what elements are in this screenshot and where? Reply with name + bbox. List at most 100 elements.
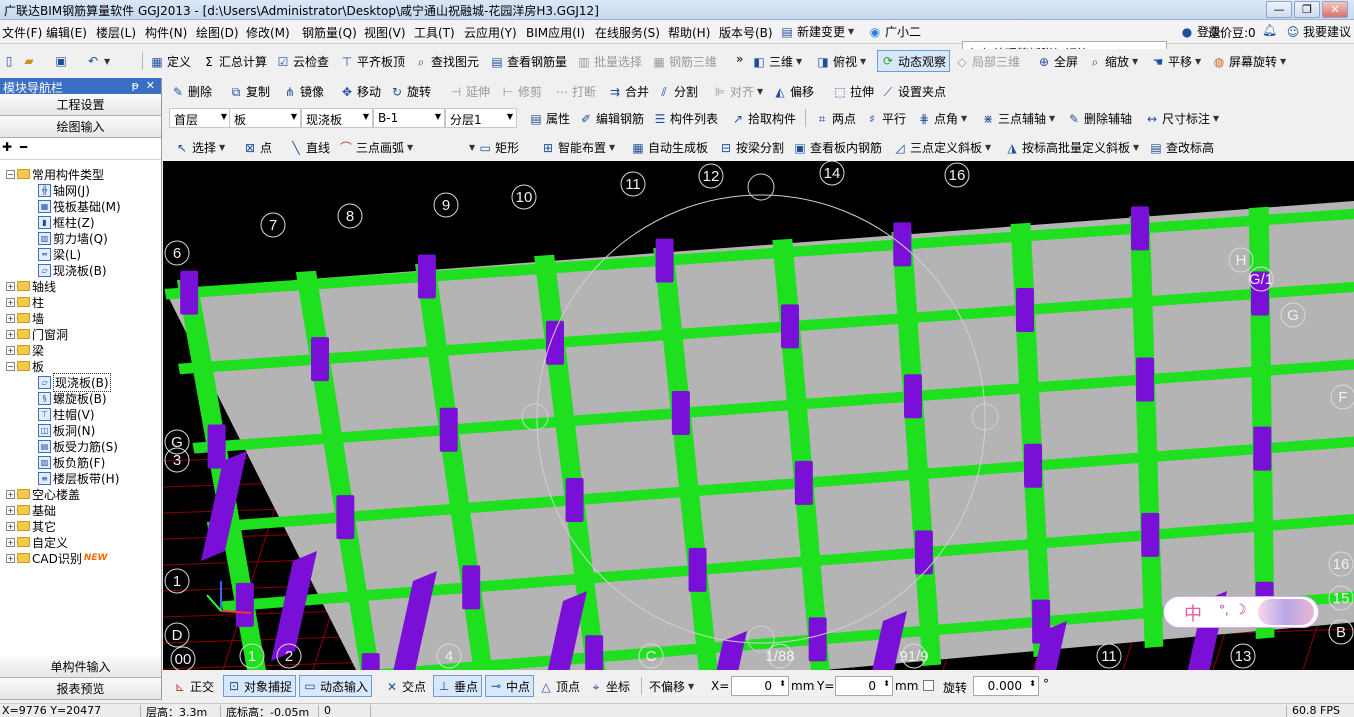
expand-icon[interactable]: + — [6, 521, 15, 531]
undo-dropdown-icon[interactable]: ▼ — [104, 57, 110, 66]
coordinate-snap[interactable]: ⌖ 坐标 — [589, 678, 630, 695]
modify-elevation-button[interactable]: ▤ 查改标高 — [1149, 139, 1214, 156]
batch-slope-by-elevation-button[interactable]: ◮ 按标高批量定义斜板 ▼ — [1005, 139, 1139, 156]
zoom-button[interactable]: ⌕ 缩放 ▼ — [1088, 53, 1139, 70]
minimize-button[interactable]: — — [1266, 1, 1292, 18]
pan-button[interactable]: ☚ 平移 ▼ — [1151, 53, 1202, 70]
line-button[interactable]: ╲ 直线 — [289, 139, 330, 156]
drawing-input-button[interactable]: 绘图输入 — [0, 116, 161, 138]
move-button[interactable]: ✥ 移动 — [340, 83, 381, 100]
mirror-button[interactable]: ⋔ 镜像 — [283, 83, 324, 100]
floor-select[interactable]: 首层 ▼ — [169, 108, 231, 128]
tree-item[interactable]: ▱ 现浇板(B) — [38, 372, 111, 392]
component-list-button[interactable]: ☰ 构件列表 — [653, 110, 718, 127]
maximize-button[interactable]: ❐ — [1294, 1, 1320, 18]
delete-axis-button[interactable]: ✎ 删除辅轴 — [1067, 110, 1132, 127]
expand-icon[interactable]: + — [6, 329, 15, 339]
3d-view-button[interactable]: ◧ 三维 ▼ — [752, 53, 802, 70]
tree-item[interactable]: ═ 梁(L) — [38, 246, 81, 262]
new-change-button[interactable]: ▤ 新建变更 ▼ — [780, 23, 854, 40]
undo-icon[interactable]: ↶ — [86, 54, 100, 68]
tree-item[interactable]: + 其它 — [6, 518, 56, 534]
vertex-snap[interactable]: △ 顶点 — [539, 678, 580, 695]
3d-model-scene[interactable]: 6789 1011 12 14 16HG/1GF1615BG31D00 1 2 4 C 1/88 9… — [163, 161, 1354, 670]
menu-cloud[interactable]: 云应用(Y) — [464, 24, 517, 41]
two-point-axis-button[interactable]: ⌗ 两点 — [815, 110, 856, 127]
bell-button[interactable]: 🔔︎ — [1262, 23, 1277, 37]
toolbar-overflow-icon[interactable]: » — [736, 52, 743, 66]
cloud-check-button[interactable]: ☑ 云检查 — [276, 53, 329, 70]
define-button[interactable]: ▦ 定义 — [150, 53, 191, 70]
suggest-button[interactable]: ☺ 我要建议 — [1286, 23, 1351, 40]
split-by-beam-button[interactable]: ⊟ 按梁分割 — [719, 139, 784, 156]
tree-item[interactable]: + 基础 — [6, 502, 56, 518]
offset-mode-select[interactable]: 不偏移 ▼ — [649, 678, 694, 695]
menu-draw[interactable]: 绘图(D) — [196, 24, 239, 41]
pin-icon[interactable]: ᵽ — [132, 79, 139, 92]
merge-button[interactable]: ⇉ 合并 — [608, 83, 649, 100]
collapse-icon[interactable]: − — [6, 169, 15, 179]
three-point-slope-button[interactable]: ◿ 三点定义斜板 ▼ — [893, 139, 991, 156]
object-snap-toggle[interactable]: ⊡ 对象捕捉 — [223, 675, 297, 697]
view-rebar-quantity-button[interactable]: ▤ 查看钢筋量 — [490, 53, 567, 70]
collapse-all-icon[interactable]: ━ — [20, 140, 27, 154]
menu-online[interactable]: 在线服务(S) — [595, 24, 660, 41]
extend-button[interactable]: ⊣ 延伸 — [449, 83, 490, 100]
find-element-button[interactable]: ⌕ 查找图元 — [414, 53, 479, 70]
new-file-icon[interactable]: ▯ — [2, 54, 16, 68]
ime-widget[interactable]: 中 °, ☽ — [1163, 596, 1319, 628]
rotate-checkbox[interactable] — [923, 680, 934, 691]
tree-item[interactable]: ▤ 板受力筋(S) — [38, 438, 118, 454]
midpoint-snap[interactable]: ⊸ 中点 — [485, 675, 535, 697]
expand-icon[interactable]: + — [6, 505, 15, 515]
tree-item[interactable]: ▧ 板负筋(F) — [38, 454, 105, 470]
stretch-button[interactable]: ⬚ 拉伸 — [833, 83, 874, 100]
tree-item[interactable]: + 柱 — [6, 294, 44, 310]
menu-rebar-quantity[interactable]: 钢筋量(Q) — [302, 24, 357, 41]
intersection-snap[interactable]: ✕ 交点 — [385, 678, 426, 695]
dynamic-orbit-button[interactable]: ⟳ 动态观察 — [877, 50, 951, 72]
rotate-button[interactable]: ↻ 旋转 — [390, 83, 431, 100]
guangxiao-button[interactable]: ◉ 广小二 — [868, 23, 921, 40]
tree-item[interactable]: + 梁 — [6, 342, 44, 358]
menu-version[interactable]: 版本号(B) — [719, 24, 773, 41]
dynamic-input-toggle[interactable]: ▭ 动态输入 — [299, 675, 373, 697]
menu-view[interactable]: 视图(V) — [364, 24, 406, 41]
tree-item[interactable]: ⊤ 柱帽(V) — [38, 406, 95, 422]
tree-item[interactable]: ▥ 剪力墙(Q) — [38, 230, 108, 246]
point-button[interactable]: ⊠ 点 — [243, 139, 272, 156]
screen-rotate-button[interactable]: ◍ 屏幕旋转 ▼ — [1212, 53, 1286, 70]
menu-bim[interactable]: BIM应用(I) — [526, 24, 585, 41]
point-angle-axis-button[interactable]: ⋕ 点角 ▼ — [917, 110, 967, 127]
batch-select-button[interactable]: ▥ 批量选择 — [577, 53, 642, 70]
view-slab-rebar-button[interactable]: ▣ 查看板内钢筋 — [793, 139, 882, 156]
tree-item[interactable]: ▮ 框柱(Z) — [38, 214, 95, 230]
delete-button[interactable]: ✎ 删除 — [171, 83, 212, 100]
top-view-button[interactable]: ◨ 俯视 ▼ — [816, 53, 866, 70]
type-select[interactable]: 现浇板 ▼ — [301, 108, 373, 128]
tree-item[interactable]: ╬ 轴网(J) — [38, 182, 90, 198]
rotate-angle-input[interactable]: 0.000 ⬍ — [973, 676, 1039, 696]
x-offset-input[interactable]: 0 ⬍ — [731, 676, 789, 696]
tree-item[interactable]: + CAD识别 NEW — [6, 550, 107, 566]
edit-rebar-button[interactable]: ✐ 编辑钢筋 — [579, 110, 644, 127]
perpendicular-snap[interactable]: ⊥ 垂点 — [433, 675, 483, 697]
expand-all-icon[interactable]: ✚ — [2, 140, 12, 154]
expand-icon[interactable]: + — [6, 313, 15, 323]
tree-item[interactable]: − 常用构件类型 — [6, 166, 104, 182]
fullscreen-button[interactable]: ⊕ 全屏 — [1037, 53, 1078, 70]
menu-file[interactable]: 文件(F) — [2, 24, 42, 41]
tree-item[interactable]: + 门窗洞 — [6, 326, 68, 342]
menu-component[interactable]: 构件(N) — [145, 24, 187, 41]
menu-modify[interactable]: 修改(M) — [246, 24, 290, 41]
save-icon[interactable]: ▣ — [54, 54, 68, 68]
dimension-button[interactable]: ↔ 尺寸标注 ▼ — [1145, 110, 1219, 127]
expand-icon[interactable]: + — [6, 297, 15, 307]
ortho-toggle[interactable]: ⊾ 正交 — [173, 678, 214, 695]
local-3d-button[interactable]: ◇ 局部三维 — [955, 53, 1020, 70]
close-icon[interactable]: ✕ — [146, 79, 155, 92]
tree-item[interactable]: ▱ 现浇板(B) — [38, 262, 107, 278]
tree-item[interactable]: + 轴线 — [6, 278, 56, 294]
expand-icon[interactable]: + — [6, 553, 15, 563]
close-button[interactable]: ✕ — [1322, 1, 1348, 18]
